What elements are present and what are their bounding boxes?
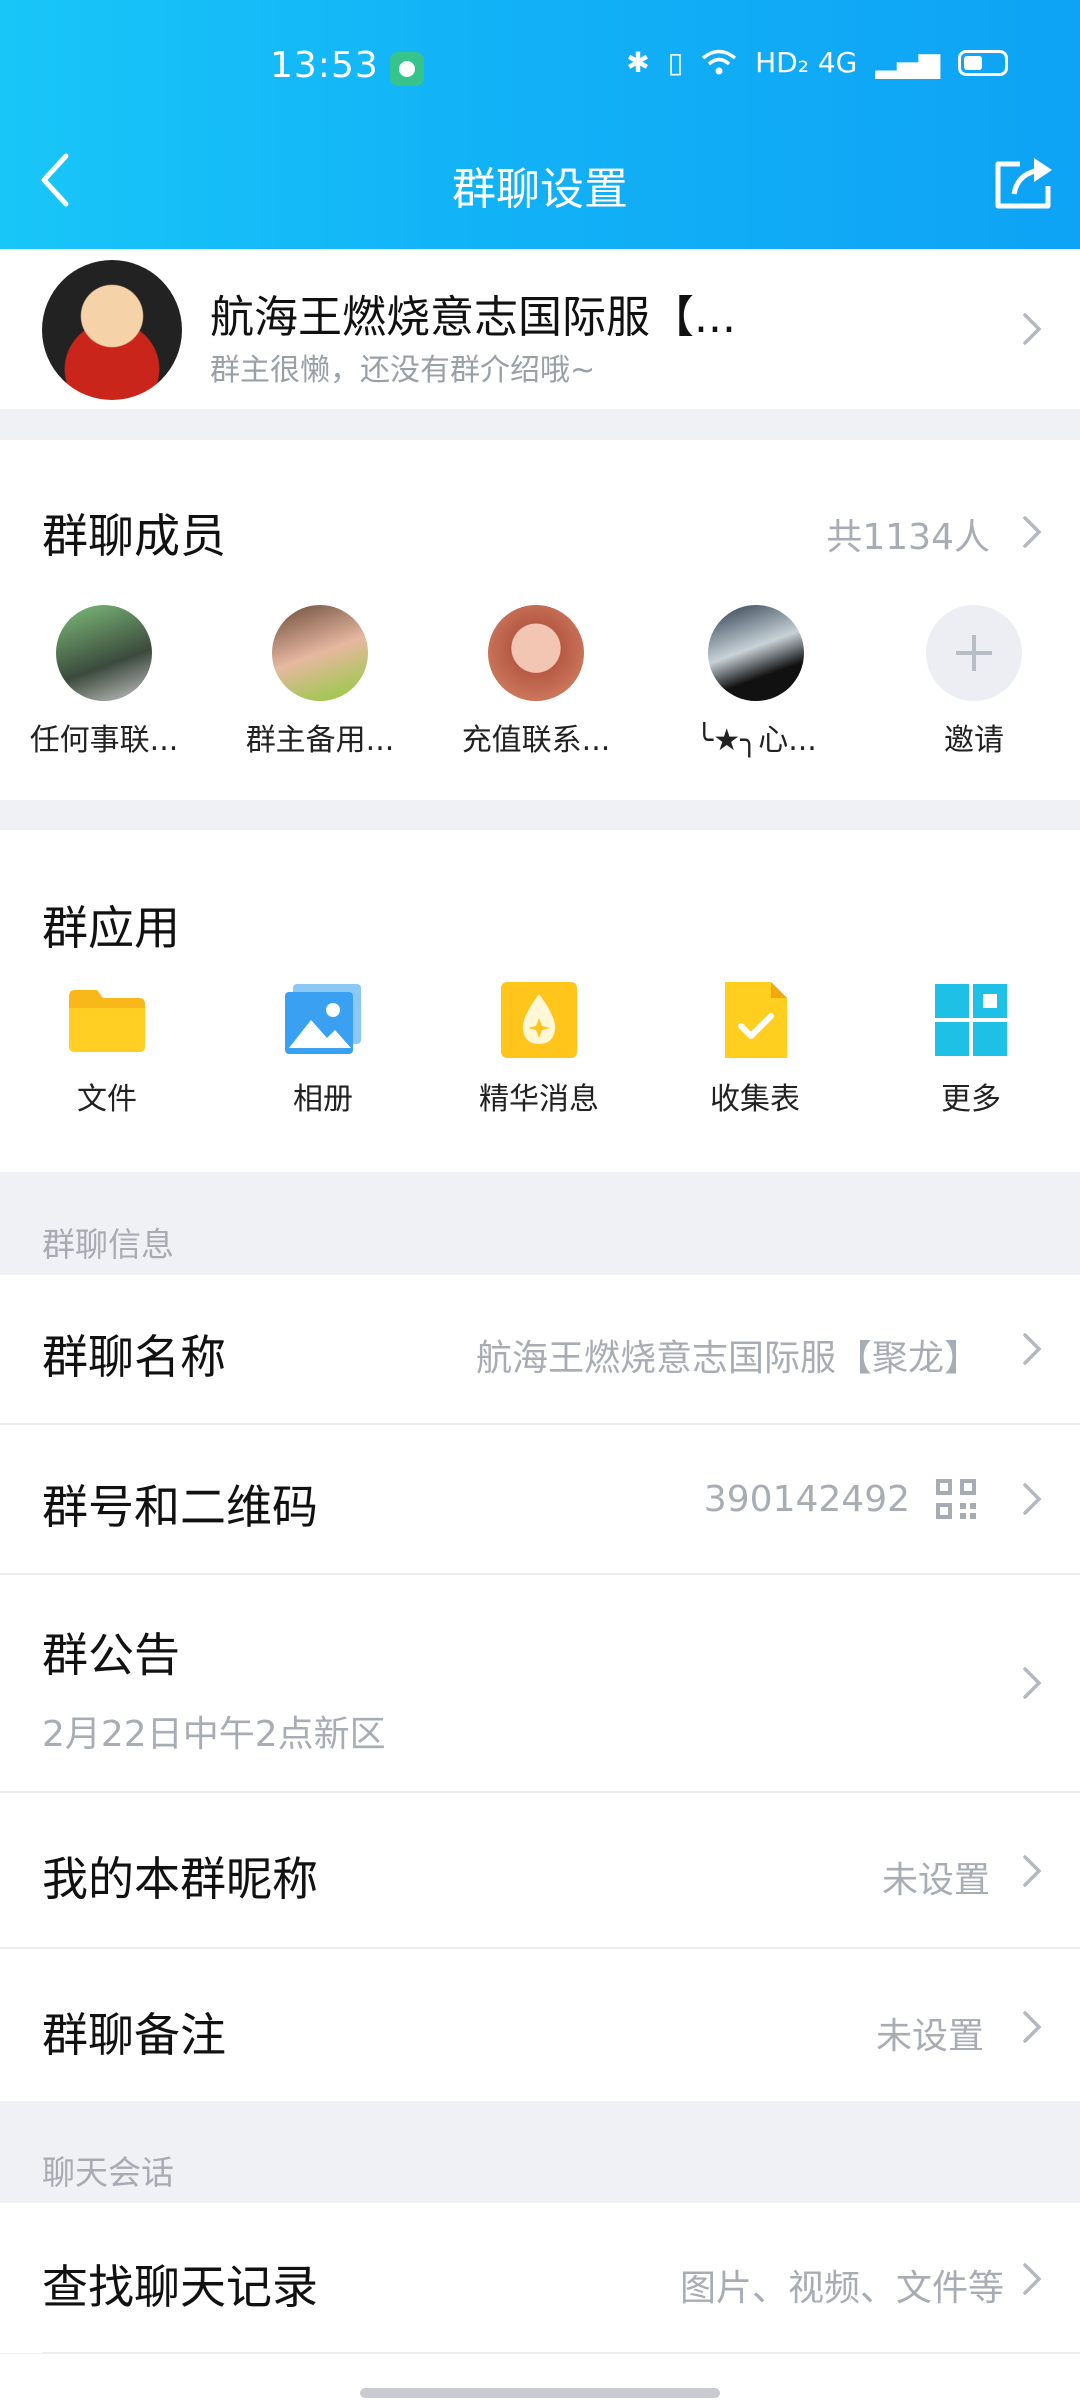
home-indicator[interactable] bbox=[360, 2388, 720, 2398]
status-bar: 13:53 ✱ ▯ HD₂ 4G ▂▄▆ bbox=[0, 0, 1080, 140]
chevron-right-icon bbox=[1020, 1663, 1044, 1703]
member-name: 群主备用... bbox=[245, 723, 395, 758]
form-icon bbox=[715, 980, 795, 1060]
group-avatar bbox=[42, 260, 182, 400]
group-notice-row[interactable]: 群公告 2月22日中午2点新区 bbox=[0, 1575, 1080, 1791]
member-name: 充值联系... bbox=[461, 723, 611, 758]
chevron-right-icon bbox=[1020, 1851, 1044, 1891]
invite-button[interactable]: 邀请 bbox=[874, 605, 1074, 759]
group-name-value: 航海王燃烧意志国际服【聚龙】 bbox=[475, 1338, 980, 1379]
app-album[interactable]: 相册 bbox=[228, 980, 418, 1118]
member-avatar bbox=[488, 605, 584, 701]
members-title: 群聊成员 bbox=[42, 509, 226, 563]
status-icons: ✱ ▯ HD₂ 4G ▂▄▆ bbox=[626, 46, 1008, 79]
group-description: 群主很懒，还没有群介绍哦~ bbox=[210, 353, 596, 388]
member-avatar bbox=[272, 605, 368, 701]
folder-icon bbox=[67, 980, 147, 1060]
app-label: 收集表 bbox=[710, 1082, 800, 1117]
bluetooth-icon: ✱ bbox=[626, 46, 650, 79]
group-number-row[interactable]: 群号和二维码 390142492 bbox=[0, 1425, 1080, 1573]
group-name: 航海王燃烧意志国际服【... bbox=[210, 292, 736, 343]
row-label: 群公告 bbox=[42, 1628, 180, 1682]
chevron-right-icon bbox=[1020, 2007, 1044, 2047]
plus-icon bbox=[926, 605, 1022, 701]
chevron-right-icon bbox=[1020, 1329, 1044, 1369]
member-avatar bbox=[56, 605, 152, 701]
member-item[interactable]: 任何事联... bbox=[4, 605, 204, 759]
group-name-row[interactable]: 群聊名称 航海王燃烧意志国际服【聚龙】 bbox=[0, 1275, 1080, 1423]
status-time: 13:53 bbox=[270, 45, 379, 86]
member-count[interactable]: 共1134人 bbox=[826, 508, 990, 560]
share-icon[interactable] bbox=[992, 150, 1058, 210]
network-label: HD₂ 4G bbox=[755, 46, 858, 79]
member-name: ╰★╮心... bbox=[695, 723, 817, 758]
wifi-icon bbox=[702, 49, 737, 74]
app-collect-form[interactable]: 收集表 bbox=[660, 980, 850, 1118]
member-list: 任何事联... 群主备用... 充值联系... ╰★╮心... 邀请 bbox=[0, 605, 1080, 758]
vibrate-icon: ▯ bbox=[667, 46, 684, 79]
chevron-right-icon bbox=[1020, 2259, 1044, 2299]
member-item[interactable]: ╰★╮心... bbox=[656, 605, 856, 759]
group-number-value: 390142492 bbox=[703, 1479, 910, 1520]
row-label: 群号和二维码 bbox=[42, 1480, 318, 1534]
qr-code-icon bbox=[936, 1479, 976, 1519]
my-nickname-row[interactable]: 我的本群昵称 未设置 bbox=[0, 1793, 1080, 1947]
top-header: 13:53 ✱ ▯ HD₂ 4G ▂▄▆ 群聊设置 bbox=[0, 0, 1080, 249]
page-title: 群聊设置 bbox=[452, 164, 628, 215]
member-item[interactable]: 充值联系... bbox=[436, 605, 636, 759]
app-label: 更多 bbox=[941, 1082, 1001, 1117]
more-grid-icon bbox=[931, 980, 1011, 1060]
battery-icon bbox=[958, 49, 1008, 76]
app-essence[interactable]: 精华消息 bbox=[444, 980, 634, 1118]
row-label: 我的本群昵称 bbox=[42, 1852, 318, 1906]
album-icon bbox=[283, 980, 363, 1060]
member-name: 任何事联... bbox=[29, 723, 179, 758]
app-more[interactable]: 更多 bbox=[876, 980, 1066, 1118]
chevron-right-icon[interactable] bbox=[1020, 512, 1044, 552]
remark-value: 未设置 bbox=[875, 2016, 984, 2057]
search-history-hint: 图片、视频、文件等 bbox=[679, 2268, 1004, 2309]
row-label: 查找聊天记录 bbox=[42, 2260, 318, 2314]
signal-icon: ▂▄▆ bbox=[875, 46, 940, 79]
row-label: 群聊名称 bbox=[42, 1330, 226, 1384]
app-label: 文件 bbox=[77, 1082, 137, 1117]
group-info-section-label: 群聊信息 bbox=[42, 1225, 174, 1264]
nickname-value: 未设置 bbox=[881, 1860, 990, 1901]
app-label: 精华消息 bbox=[479, 1082, 599, 1117]
member-item[interactable]: 群主备用... bbox=[220, 605, 420, 759]
group-apps-section: 群应用 文件 相册 精华消息 收集表 更多 bbox=[0, 830, 1080, 1172]
chevron-right-icon bbox=[1020, 309, 1044, 349]
app-files[interactable]: 文件 bbox=[12, 980, 202, 1118]
apps-title: 群应用 bbox=[42, 901, 180, 955]
app-label: 相册 bbox=[293, 1082, 353, 1117]
essence-icon bbox=[499, 980, 579, 1060]
members-section: 群聊成员 共1134人 任何事联... 群主备用... 充值联系... ╰★╮心… bbox=[0, 440, 1080, 800]
group-notice-value: 2月22日中午2点新区 bbox=[42, 1714, 386, 1755]
row-label: 群聊备注 bbox=[42, 2008, 226, 2062]
invite-label: 邀请 bbox=[944, 723, 1004, 758]
group-remark-row[interactable]: 群聊备注 未设置 bbox=[0, 1949, 1080, 2101]
group-profile-row[interactable]: 航海王燃烧意志国际服【... 群主很懒，还没有群介绍哦~ bbox=[0, 249, 1080, 409]
chat-session-section-label: 聊天会话 bbox=[42, 2153, 174, 2192]
chevron-right-icon bbox=[1020, 1479, 1044, 1519]
search-history-row[interactable]: 查找聊天记录 图片、视频、文件等 bbox=[0, 2203, 1080, 2353]
member-avatar bbox=[708, 605, 804, 701]
notification-icon bbox=[390, 52, 424, 86]
